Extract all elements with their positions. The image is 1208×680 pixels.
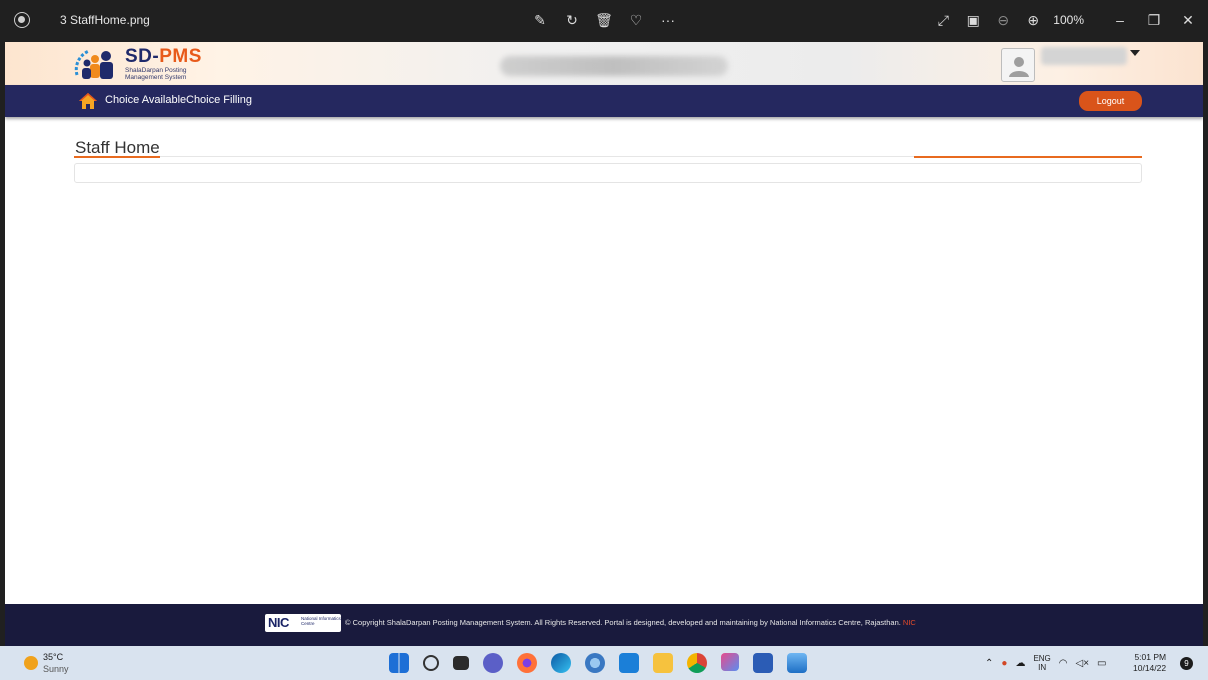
logout-button[interactable]: Logout <box>1079 91 1142 111</box>
battery-icon[interactable]: ▭ <box>1097 658 1106 669</box>
site-footer: NIC National Informatics Centre © Copyri… <box>5 604 1203 646</box>
blurred-header-text <box>500 56 728 76</box>
user-icon <box>1009 57 1029 77</box>
chevron-up-icon[interactable]: ⌃ <box>985 658 993 669</box>
more-icon[interactable]: ··· <box>658 10 678 30</box>
title-underline-right <box>914 156 1142 158</box>
restore-icon[interactable]: ❐ <box>1142 12 1166 29</box>
delete-icon[interactable]: 🗑 <box>594 10 614 30</box>
zoom-in-icon[interactable]: ⊕ <box>1023 10 1043 30</box>
viewer-filename: 3 StaffHome.png <box>60 13 150 27</box>
footer-copyright: © Copyright ShalaDarpan Posting Manageme… <box>345 618 916 627</box>
volume-icon[interactable]: ◁× <box>1076 658 1090 669</box>
windows-start-icon[interactable] <box>389 653 409 673</box>
home-icon[interactable] <box>78 91 98 111</box>
web-page: SD-PMS ShalaDarpan Posting Management Sy… <box>5 42 1203 646</box>
content-panel <box>74 163 1142 183</box>
language-indicator[interactable]: ENG IN <box>1033 654 1050 672</box>
snipping-tool-icon[interactable] <box>721 653 739 671</box>
logo-title: SD-PMS <box>125 46 202 67</box>
nav-choice-available[interactable]: Choice Available <box>105 94 186 106</box>
browser-icon[interactable] <box>585 653 605 673</box>
sd-pms-logo[interactable]: SD-PMS ShalaDarpan Posting Management Sy… <box>73 45 213 82</box>
taskbar-apps <box>389 653 807 673</box>
people-emblem-icon <box>74 49 113 79</box>
close-icon[interactable]: ✕ <box>1176 12 1200 29</box>
chat-icon[interactable] <box>483 653 503 673</box>
rotate-icon[interactable]: ↻ <box>562 10 582 30</box>
favorite-icon[interactable]: ♡ <box>626 10 646 30</box>
main-navbar: Choice Available Choice Filling Logout <box>5 85 1203 117</box>
viewer-right-controls: ⤢ ▣ ⊖ ⊕ 100% – ❐ ✕ <box>933 10 1200 30</box>
page-title: Staff Home <box>75 138 160 157</box>
store-icon[interactable] <box>619 653 639 673</box>
photos-viewer-titlebar: 3 StaffHome.png ✎ ↻ 🗑 ♡ ··· ⤢ ▣ ⊖ ⊕ 100%… <box>0 0 1208 42</box>
taskbar-clock[interactable]: 5:01 PM 10/14/22 <box>1133 652 1166 674</box>
minimize-icon[interactable]: – <box>1108 12 1132 28</box>
notification-badge[interactable]: 9 <box>1180 657 1193 670</box>
edit-icon[interactable]: ✎ <box>530 10 550 30</box>
windows-taskbar: 35°C Sunny ⌃ ● ☁ ENG IN ◠ ◁× ▭ 5:01 PM 10… <box>0 646 1208 680</box>
photos-icon[interactable] <box>787 653 807 673</box>
chrome-icon[interactable] <box>687 653 707 673</box>
task-view-icon[interactable] <box>453 656 469 670</box>
sun-icon[interactable] <box>24 656 38 670</box>
onedrive-icon[interactable]: ☁ <box>1015 658 1025 669</box>
zoom-out-icon[interactable]: ⊖ <box>993 10 1013 30</box>
footer-nic-link[interactable]: NIC <box>903 618 916 627</box>
nav-choice-filling[interactable]: Choice Filling <box>186 94 252 106</box>
word-icon[interactable] <box>753 653 773 673</box>
logo-subtitle: ShalaDarpan Posting Management System <box>125 67 187 81</box>
fullscreen-icon[interactable]: ⤢ <box>933 10 953 30</box>
viewer-toolbar: ✎ ↻ 🗑 ♡ ··· <box>530 10 678 30</box>
file-explorer-icon[interactable] <box>653 653 673 673</box>
wifi-icon[interactable]: ◠ <box>1059 658 1068 669</box>
blurred-user-name <box>1041 47 1127 65</box>
edge-icon[interactable] <box>551 653 571 673</box>
firefox-icon[interactable] <box>517 653 537 673</box>
user-menu-caret-icon[interactable] <box>1130 50 1140 56</box>
weather-description[interactable]: Sunny <box>43 664 69 674</box>
weather-temperature[interactable]: 35°C <box>43 652 63 662</box>
tray-app-icon[interactable]: ● <box>1001 658 1007 669</box>
nic-logo: NIC National Informatics Centre <box>265 614 341 632</box>
fit-window-icon[interactable]: ▣ <box>963 10 983 30</box>
zoom-level: 100% <box>1053 13 1084 27</box>
title-underline-left <box>74 156 160 158</box>
system-tray: ⌃ ● ☁ ENG IN ◠ ◁× ▭ <box>985 654 1107 672</box>
search-icon[interactable] <box>423 655 439 671</box>
avatar[interactable] <box>1001 48 1035 82</box>
photos-app-icon <box>14 12 30 28</box>
site-header: SD-PMS ShalaDarpan Posting Management Sy… <box>5 42 1203 85</box>
